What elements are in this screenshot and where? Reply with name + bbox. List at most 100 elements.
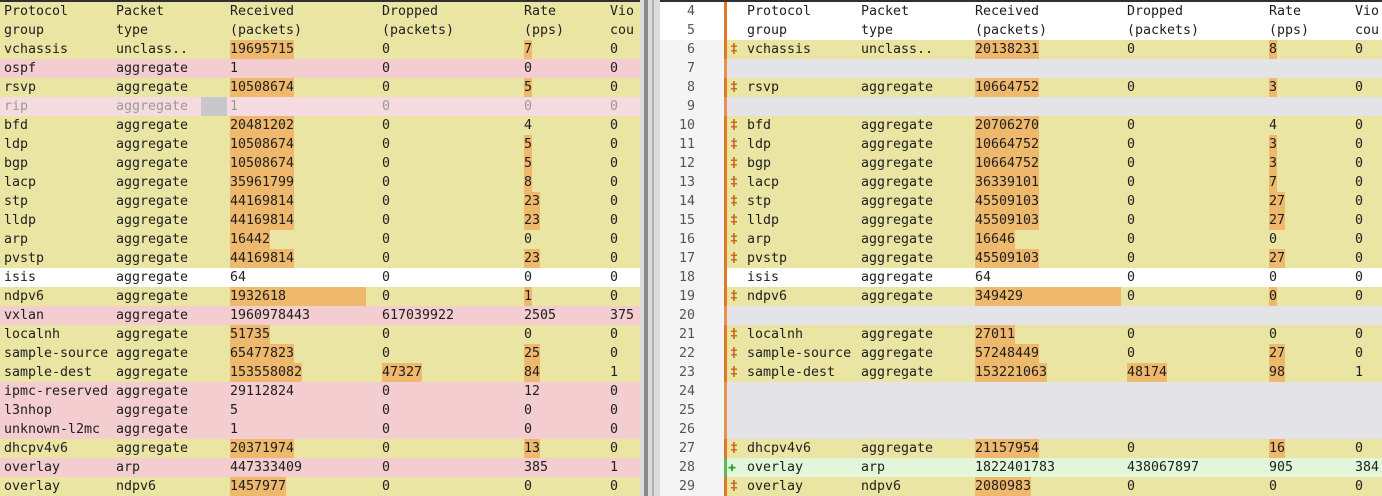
column-header-received[interactable]: Received (230, 2, 294, 21)
cell-violation-count: 0 (1355, 213, 1364, 228)
cell-packet-type: aggregate (861, 80, 934, 95)
right-diff-pane[interactable]: 4 Protocol Packet Received Dropped Rate Vio 5 gr… (660, 2, 1382, 496)
table-row[interactable]: overlay ndpv6 1457977 0 0 0 (0, 477, 640, 496)
left-pane-scrollbar[interactable] (644, 0, 648, 496)
table-row[interactable]: bfd aggregate 20481202 0 4 0 (0, 116, 640, 135)
table-row[interactable]: 7 (660, 59, 1382, 78)
cell-received: 64 (975, 270, 992, 285)
table-row[interactable]: lldp aggregate 44169814 0 23 0 (0, 211, 640, 230)
table-row[interactable]: arp aggregate 16442 0 0 0 (0, 230, 640, 249)
cell-received: 447333409 (230, 460, 303, 475)
table-row[interactable]: 17 ‡ pvstp aggregate 45509103 0 27 0 (660, 249, 1382, 268)
cell-rate: 3 (1269, 135, 1278, 154)
line-number: 14 (678, 194, 695, 209)
splitter-handle[interactable] (652, 0, 654, 496)
column-header-packet-type[interactable]: Packet (861, 2, 909, 21)
table-row[interactable]: rip aggregate 1 0 0 0 (0, 97, 640, 116)
table-row[interactable]: 24 (660, 382, 1382, 401)
column-header-protocol-group[interactable]: Protocol (4, 2, 68, 21)
left-diff-pane[interactable]: Protocol Packet Received Dropped Rate Vio grou… (0, 2, 640, 496)
table-row[interactable]: ospf aggregate 1 0 0 0 (0, 59, 640, 78)
cell-rate: 0 (524, 99, 533, 114)
table-row[interactable]: ipmc-reserved aggregate 29112824 0 12 0 (0, 382, 640, 401)
cell-packet-type: unclass.. (861, 42, 934, 57)
table-row[interactable]: 10 ‡ bfd aggregate 20706270 0 4 0 (660, 116, 1382, 135)
table-row[interactable]: 9 (660, 97, 1382, 116)
table-row[interactable]: 19 ‡ ndpv6 aggregate 349429 0 0 0 (660, 287, 1382, 306)
table-row[interactable]: 15 ‡ lldp aggregate 45509103 0 27 0 (660, 211, 1382, 230)
table-row[interactable]: 28 ✚ overlay arp 1822401783 438067897 905 384 (660, 458, 1382, 477)
table-row[interactable]: 12 ‡ bgp aggregate 10664752 0 3 0 (660, 154, 1382, 173)
table-row[interactable]: 29 ‡ overlay ndpv6 2080983 0 0 0 (660, 477, 1382, 496)
wavy-change-icon: ‡ (730, 365, 739, 380)
table-row[interactable]: 11 ‡ ldp aggregate 10664752 0 3 0 (660, 135, 1382, 154)
column-header-rate[interactable]: Rate (524, 2, 556, 21)
table-row[interactable]: 21 ‡ localnh aggregate 27011 0 0 0 (660, 325, 1382, 344)
column-header-violation-count[interactable]: Vio (1355, 2, 1379, 21)
table-row[interactable]: overlay arp 447333409 0 385 1 (0, 458, 640, 477)
cell-violation-count: 0 (610, 289, 619, 304)
table-row[interactable]: vxlan aggregate 1960978443 617039922 2505 375 (0, 306, 640, 325)
table-row[interactable]: unknown-l2mc aggregate 1 0 0 0 (0, 420, 640, 439)
cell-received: 10664752 (975, 78, 1040, 97)
cell-packet-type: aggregate (116, 156, 189, 171)
table-row[interactable]: lacp aggregate 35961799 0 8 0 (0, 173, 640, 192)
column-header-received[interactable]: Received (975, 2, 1039, 21)
column-header-dropped[interactable]: Dropped (382, 2, 438, 21)
column-header-protocol-group[interactable]: Protocol (747, 2, 811, 21)
column-header-violation-count[interactable]: Vio (610, 2, 634, 21)
column-header-protocol-group[interactable]: group (747, 21, 787, 40)
table-row[interactable]: 23 ‡ sample-dest aggregate 153221063 48174 98 1 (660, 363, 1382, 382)
table-row[interactable]: bgp aggregate 10508674 0 5 0 (0, 154, 640, 173)
cell-dropped: 0 (382, 403, 391, 418)
table-row[interactable]: 6 ‡ vchassis unclass.. 20138231 0 8 0 (660, 40, 1382, 59)
column-header-received[interactable]: (packets) (975, 21, 1047, 40)
table-row[interactable]: sample-source aggregate 65477823 0 25 0 (0, 344, 640, 363)
cell-received: 5 (230, 403, 239, 418)
column-header-dropped[interactable]: (packets) (1127, 21, 1199, 40)
column-header-rate[interactable]: (pps) (1269, 21, 1309, 40)
table-row[interactable]: 20 (660, 306, 1382, 325)
cell-dropped: 0 (1127, 327, 1136, 342)
cell-protocol-group: localnh (4, 327, 61, 342)
table-row[interactable]: isis aggregate 64 0 0 0 (0, 268, 640, 287)
table-row[interactable]: 18 isis aggregate 64 0 0 0 (660, 268, 1382, 287)
table-row[interactable]: 27 ‡ dhcpv4v6 aggregate 21157954 0 16 0 (660, 439, 1382, 458)
pane-splitter[interactable] (640, 0, 660, 496)
column-header-dropped[interactable]: Dropped (1127, 2, 1183, 21)
table-row[interactable]: l3nhop aggregate 5 0 0 0 (0, 401, 640, 420)
column-header-violation-count[interactable]: cou (1355, 21, 1379, 40)
table-row[interactable]: vchassis unclass.. 19695715 0 7 0 (0, 40, 640, 59)
cell-dropped: 0 (1127, 156, 1136, 171)
table-row[interactable]: 26 (660, 420, 1382, 439)
table-row[interactable]: rsvp aggregate 10508674 0 5 0 (0, 78, 640, 97)
column-header-packet-type[interactable]: type (861, 21, 893, 40)
table-row[interactable]: 14 ‡ stp aggregate 45509103 0 27 0 (660, 192, 1382, 211)
column-header-dropped[interactable]: (packets) (382, 21, 454, 40)
cell-protocol-group: rsvp (747, 80, 780, 95)
column-header-packet-type[interactable]: type (116, 21, 148, 40)
column-header-rate[interactable]: Rate (1269, 2, 1301, 21)
table-row[interactable]: pvstp aggregate 44169814 0 23 0 (0, 249, 640, 268)
change-gutter (724, 211, 727, 230)
cell-protocol-group: dhcpv4v6 (4, 441, 69, 456)
column-header-packet-type[interactable]: Packet (116, 2, 164, 21)
table-row[interactable]: 22 ‡ sample-source aggregate 57248449 0 27 0 (660, 344, 1382, 363)
table-row[interactable]: 16 ‡ arp aggregate 16646 0 0 0 (660, 230, 1382, 249)
column-header-received[interactable]: (packets) (230, 21, 302, 40)
table-row[interactable]: 13 ‡ lacp aggregate 36339101 0 7 0 (660, 173, 1382, 192)
change-gutter (724, 59, 727, 78)
table-row[interactable]: ndpv6 aggregate 1932618 0 1 0 (0, 287, 640, 306)
table-row[interactable]: localnh aggregate 51735 0 0 0 (0, 325, 640, 344)
cell-received: 36339101 (975, 173, 1040, 192)
table-row[interactable]: 25 (660, 401, 1382, 420)
table-row[interactable]: sample-dest aggregate 153558082 47327 84 1 (0, 363, 640, 382)
cell-packet-type: aggregate (861, 327, 934, 342)
table-row[interactable]: ldp aggregate 10508674 0 5 0 (0, 135, 640, 154)
table-row[interactable]: stp aggregate 44169814 0 23 0 (0, 192, 640, 211)
table-row[interactable]: 8 ‡ rsvp aggregate 10664752 0 3 0 (660, 78, 1382, 97)
column-header-rate[interactable]: (pps) (524, 21, 564, 40)
table-row[interactable]: dhcpv4v6 aggregate 20371974 0 13 0 (0, 439, 640, 458)
column-header-violation-count[interactable]: cou (610, 21, 634, 40)
column-header-protocol-group[interactable]: group (4, 21, 44, 40)
